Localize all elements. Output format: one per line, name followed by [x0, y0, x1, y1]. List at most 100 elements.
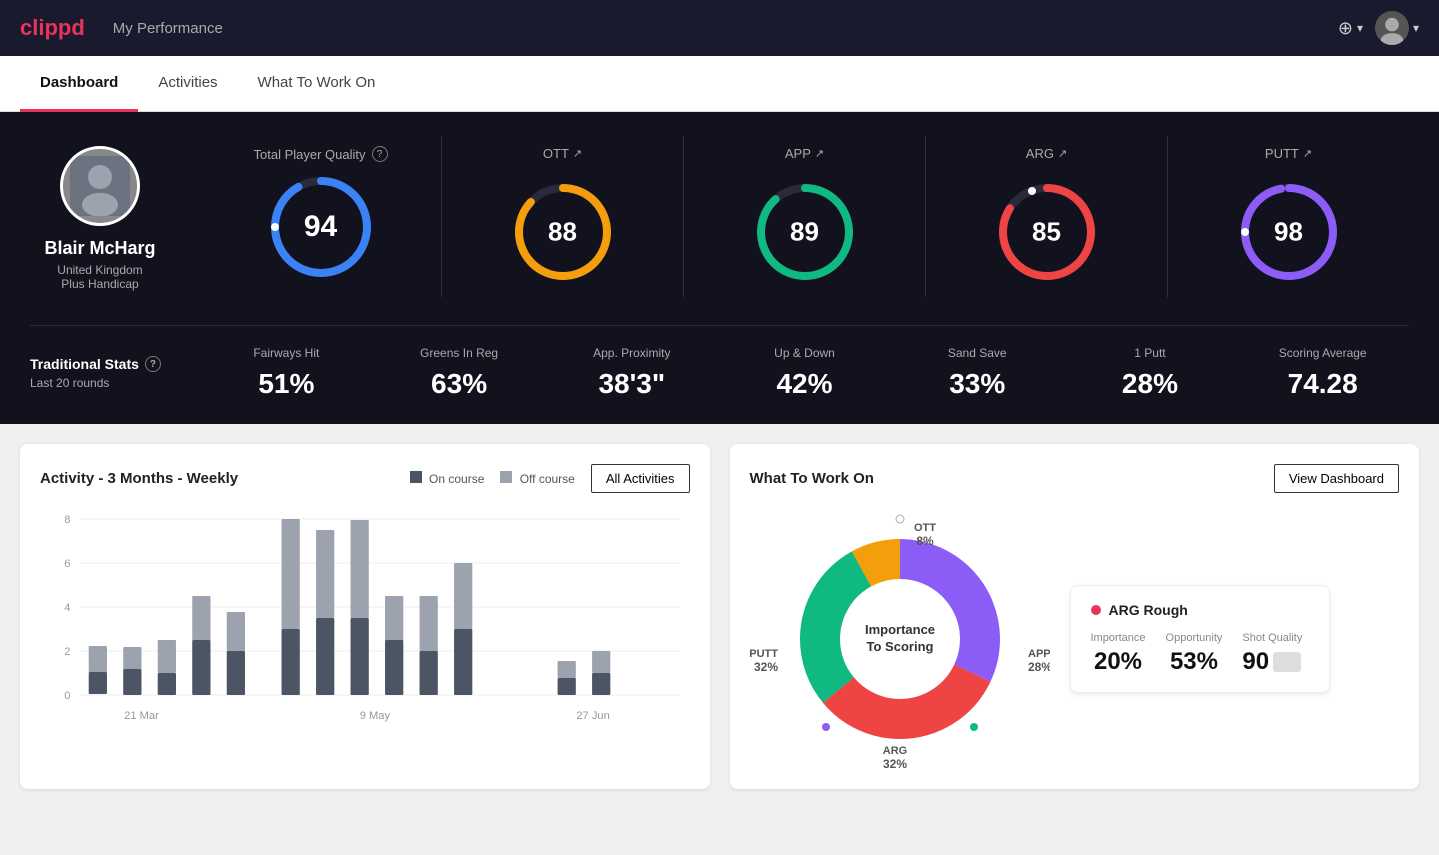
shot-quality-value: 90: [1242, 648, 1269, 676]
trad-label-group: Traditional Stats ? Last 20 rounds: [30, 356, 170, 390]
chart-legend: On course Off course: [410, 471, 575, 486]
avatar-chevron-icon: ▾: [1413, 21, 1419, 35]
view-dashboard-button[interactable]: View Dashboard: [1274, 464, 1399, 493]
app-ring: 89: [750, 177, 860, 287]
on-course-legend: On course: [410, 471, 485, 486]
putt-value: 98: [1274, 217, 1303, 248]
trad-label: Traditional Stats ?: [30, 356, 170, 372]
svg-text:2: 2: [64, 646, 70, 658]
header-title: My Performance: [113, 20, 223, 37]
trad-item-label: Greens In Reg: [373, 346, 546, 360]
score-putt: PUTT ↗ 98: [1167, 136, 1409, 297]
trad-item-value: 63%: [373, 368, 546, 400]
add-button[interactable]: ⊕ ▾: [1338, 18, 1363, 39]
tab-activities[interactable]: Activities: [138, 56, 237, 112]
score-arg: ARG ↗ 85: [925, 136, 1167, 297]
putt-arrow-icon: ↗: [1303, 147, 1312, 160]
bar-chart: 8 6 4 2 0: [40, 509, 690, 729]
chart-title: Activity - 3 Months - Weekly: [40, 470, 238, 487]
player-info: Blair McHarg United Kingdom Plus Handica…: [30, 136, 170, 291]
tab-what-to-work-on[interactable]: What To Work On: [238, 56, 396, 112]
info-card-dot: [1091, 605, 1101, 615]
trad-item-label: Scoring Average: [1236, 346, 1409, 360]
avatar: [1375, 11, 1409, 45]
donut-svg: Importance To Scoring OTT 8% APP 28% ARG…: [750, 509, 1050, 769]
importance-value: 20%: [1091, 648, 1146, 676]
trad-item-sandsave: Sand Save 33%: [891, 346, 1064, 400]
player-handicap: Plus Handicap: [61, 277, 138, 291]
traditional-stats: Traditional Stats ? Last 20 rounds Fairw…: [30, 325, 1409, 400]
trad-item-label: App. Proximity: [545, 346, 718, 360]
donut-wrapper: Importance To Scoring OTT 8% APP 28% ARG…: [750, 509, 1050, 769]
player-country: United Kingdom: [57, 263, 142, 277]
off-course-legend: Off course: [500, 471, 574, 486]
avatar-button[interactable]: ▾: [1375, 11, 1419, 45]
arg-rough-info-card: ARG Rough Importance 20% Opportunity 53%…: [1070, 585, 1330, 693]
arg-value: 85: [1032, 217, 1061, 248]
ott-segment-label: OTT: [914, 522, 936, 534]
chart-card-header: Activity - 3 Months - Weekly On course O…: [40, 464, 690, 493]
player-name: Blair McHarg: [44, 238, 155, 259]
opportunity-value: 53%: [1166, 648, 1223, 676]
ott-ring: 88: [508, 177, 618, 287]
trad-item-label: Sand Save: [891, 346, 1064, 360]
putt-segment-label: PUTT: [750, 648, 778, 660]
trad-item-fairways: Fairways Hit 51%: [200, 346, 373, 400]
trad-item-value: 51%: [200, 368, 373, 400]
putt-ring: 98: [1234, 177, 1344, 287]
score-ott: OTT ↗ 88: [441, 136, 683, 297]
trad-item-value: 38'3": [545, 368, 718, 400]
shot-quality-value-group: 90: [1242, 648, 1302, 676]
info-card-title: ARG Rough: [1091, 602, 1309, 618]
bar-chart-svg: 8 6 4 2 0: [40, 509, 690, 729]
tpq-help-icon[interactable]: ?: [372, 146, 388, 162]
chevron-down-icon: ▾: [1357, 21, 1363, 35]
trad-sub-label: Last 20 rounds: [30, 376, 170, 390]
ott-value: 88: [548, 217, 577, 248]
tab-dashboard[interactable]: Dashboard: [20, 56, 138, 112]
app-label: APP ↗: [785, 146, 824, 161]
trad-item-value: 33%: [891, 368, 1064, 400]
arg-segment-percent: 32%: [882, 757, 906, 769]
app-segment-label: APP: [1028, 648, 1050, 660]
trad-item-scoring: Scoring Average 74.28: [1236, 346, 1409, 400]
trad-item-label: Fairways Hit: [200, 346, 373, 360]
off-course-legend-dot: [500, 471, 512, 483]
score-app: APP ↗ 89: [683, 136, 925, 297]
header: clippd My Performance ⊕ ▾ ▾: [0, 0, 1439, 56]
logo-group: clippd My Performance: [20, 15, 223, 41]
ott-arrow-icon: ↗: [573, 147, 582, 160]
trad-item-gir: Greens In Reg 63%: [373, 346, 546, 400]
work-on-card: What To Work On View Dashboard: [730, 444, 1420, 789]
scores-row: Total Player Quality ? 94 OTT ↗: [200, 136, 1409, 297]
tpq-label: Total Player Quality ?: [254, 146, 388, 162]
svg-text:To Scoring: To Scoring: [866, 639, 933, 654]
svg-text:Importance: Importance: [864, 622, 934, 637]
trad-item-proximity: App. Proximity 38'3": [545, 346, 718, 400]
svg-text:8: 8: [64, 514, 70, 526]
arg-label: ARG ↗: [1026, 146, 1067, 161]
info-metrics: Importance 20% Opportunity 53% Shot Qual…: [1091, 632, 1309, 676]
trad-item-1putt: 1 Putt 28%: [1064, 346, 1237, 400]
header-actions: ⊕ ▾ ▾: [1338, 11, 1419, 45]
app-arrow-icon: ↗: [815, 147, 824, 160]
on-course-legend-dot: [410, 471, 422, 483]
importance-metric: Importance 20%: [1091, 632, 1146, 676]
score-tpq: Total Player Quality ? 94: [200, 136, 441, 292]
tpq-ring: 94: [266, 172, 376, 282]
shot-quality-badge: [1273, 652, 1301, 672]
trad-item-updown: Up & Down 42%: [718, 346, 891, 400]
opportunity-metric: Opportunity 53%: [1166, 632, 1223, 676]
putt-label: PUTT ↗: [1265, 146, 1312, 161]
donut-area: Importance To Scoring OTT 8% APP 28% ARG…: [750, 509, 1050, 769]
nav-tabs: Dashboard Activities What To Work On: [0, 56, 1439, 112]
trad-items: Fairways Hit 51% Greens In Reg 63% App. …: [200, 346, 1409, 400]
importance-label: Importance: [1091, 632, 1146, 644]
opportunity-label: Opportunity: [1166, 632, 1223, 644]
work-content: Importance To Scoring OTT 8% APP 28% ARG…: [750, 509, 1400, 769]
all-activities-button[interactable]: All Activities: [591, 464, 690, 493]
work-card-header: What To Work On View Dashboard: [750, 464, 1400, 493]
trad-help-icon[interactable]: ?: [145, 356, 161, 372]
svg-text:9 May: 9 May: [360, 710, 391, 722]
work-card-title: What To Work On: [750, 470, 874, 487]
